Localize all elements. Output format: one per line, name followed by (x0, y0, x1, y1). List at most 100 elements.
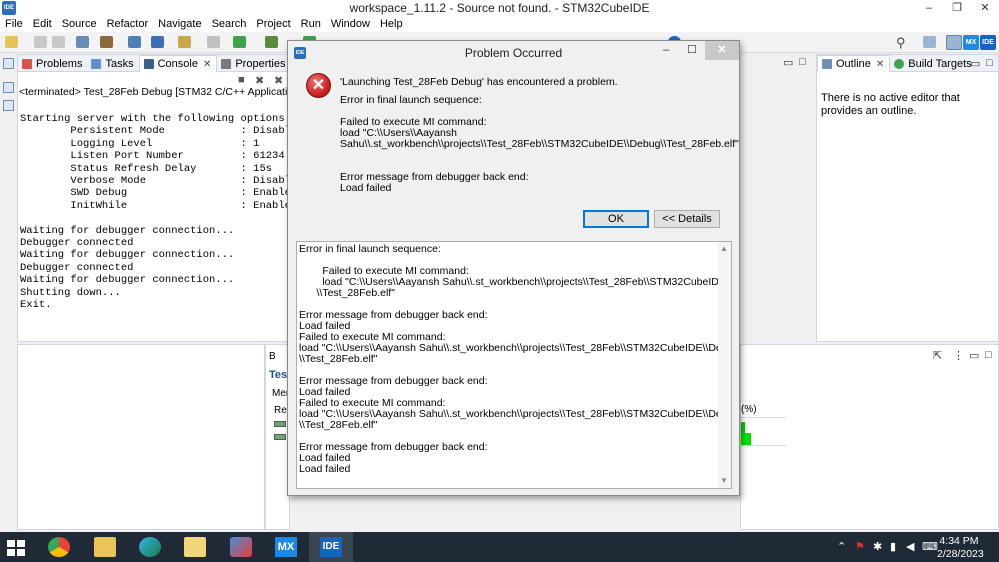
action-center-icon[interactable]: ⚑ (855, 540, 865, 553)
dialog-maximize-button[interactable]: ☐ (679, 41, 705, 60)
terminate-icon[interactable]: ■ (238, 74, 245, 86)
tab-tasks[interactable]: Tasks (87, 55, 138, 72)
tab-problems-label: Problems (36, 57, 83, 70)
save-icon[interactable] (34, 36, 47, 48)
taskbar-cube-tool[interactable] (219, 532, 263, 562)
tab-problems[interactable]: Problems (18, 55, 87, 72)
cube-tool-icon (230, 537, 252, 557)
windows-start-icon[interactable] (7, 540, 25, 556)
open-type-icon[interactable] (178, 36, 191, 48)
properties-icon (221, 58, 232, 69)
menu-search[interactable]: Search (207, 17, 252, 32)
tasks-icon (91, 58, 102, 69)
outline-icon (822, 59, 832, 69)
maximize-view-icon[interactable]: □ (799, 56, 806, 68)
ok-button[interactable]: OK (583, 210, 649, 228)
tab-b[interactable]: B (269, 351, 276, 362)
tab-build-targets-label: Build Targets (908, 57, 972, 70)
menu-navigate[interactable]: Navigate (153, 17, 206, 32)
volume-icon[interactable]: ◀ (906, 540, 914, 553)
minimize-view-icon[interactable]: ▭ (969, 349, 979, 362)
taskbar-chrome[interactable] (37, 532, 81, 562)
scroll-down-icon[interactable]: ▼ (720, 476, 728, 485)
menu-project[interactable]: Project (251, 17, 295, 32)
console-view: Problems Tasks Console ✕ Properties ■ ✖ … (17, 54, 304, 342)
debug-icon[interactable] (265, 36, 278, 48)
clock-time[interactable]: 4:34 PM (937, 535, 981, 547)
taskbar-stm32cubemx[interactable]: MX (264, 532, 308, 562)
taskbar-file-explorer[interactable] (83, 532, 127, 562)
dialog-window-controls: – ☐ ✕ (653, 41, 739, 60)
clock-date[interactable]: 2/28/2023 (937, 548, 984, 560)
taskbar-stm32cubeide[interactable]: IDE (309, 532, 353, 562)
tab-console[interactable]: Console ✕ (138, 55, 218, 72)
restore-view-icon[interactable] (3, 82, 14, 93)
open-perspective-icon[interactable] (923, 36, 936, 48)
minimize-button[interactable]: – (915, 0, 943, 17)
build-config-icon[interactable] (76, 36, 89, 48)
dialog-close-button[interactable]: ✕ (705, 41, 739, 60)
details-scrollbar[interactable]: ▲ ▼ (718, 242, 731, 488)
build-icon[interactable] (100, 36, 113, 48)
console-actions: ■ ✖ ✖ (18, 73, 291, 87)
problems-icon (22, 58, 32, 69)
folder-icon (184, 537, 206, 557)
new-project-icon[interactable] (151, 36, 164, 48)
menu-window[interactable]: Window (326, 17, 375, 32)
language-icon[interactable]: ⌨ (922, 540, 938, 553)
run-icon[interactable] (233, 36, 246, 48)
console-process-label: <terminated> Test_28Feb Debug [STM32 C/C… (19, 86, 291, 98)
taskbar: MX IDE ⌃ ⚑ ✱ ▮ ◀ ⌨ 4:34 PM 2/28/2023 (0, 532, 999, 562)
search-icon[interactable]: ⚲ (896, 35, 906, 51)
maximize-view-icon[interactable]: □ (986, 57, 993, 69)
window-title: workspace_1.11.2 - Source not found. - S… (349, 1, 650, 15)
ide-perspective-icon[interactable]: IDE (980, 35, 996, 50)
minimize-view-icon[interactable]: ▭ (783, 56, 793, 69)
menu-bar: File Edit Source Refactor Navigate Searc… (0, 17, 999, 32)
show-hidden-icons[interactable]: ⌃ (837, 540, 846, 553)
tab-properties[interactable]: Properties (217, 55, 290, 72)
mx-perspective-icon[interactable]: MX (963, 35, 979, 50)
debug-config-icon[interactable] (128, 36, 141, 48)
battery-icon[interactable]: ▮ (890, 540, 896, 553)
window-controls: – ❐ ✕ (915, 0, 999, 17)
project-explorer-icon[interactable] (3, 58, 14, 69)
view-menu-icon[interactable]: ⋮ (953, 349, 964, 362)
pin-icon[interactable]: ⇱ (933, 349, 942, 362)
new-icon[interactable] (5, 36, 18, 48)
menu-run[interactable]: Run (296, 17, 326, 32)
details-text-area[interactable]: Error in final launch sequence: Failed t… (296, 241, 732, 489)
menu-help[interactable]: Help (375, 17, 408, 32)
tab-outline[interactable]: Outline ✕ (817, 55, 891, 72)
close-icon[interactable]: ✕ (203, 59, 211, 70)
edge-icon (139, 537, 161, 557)
tab-outline-label: Outline (836, 58, 871, 70)
details-button[interactable]: << Details (654, 210, 720, 228)
close-icon[interactable]: ✕ (876, 59, 884, 70)
menu-refactor[interactable]: Refactor (102, 17, 154, 32)
dialog-mi-line-3: Sahu\\.st_workbench\\projects\\Test_28Fe… (340, 138, 739, 150)
bluetooth-icon[interactable]: ✱ (873, 540, 882, 553)
taskbar-edge[interactable] (128, 532, 172, 562)
dialog-minimize-button[interactable]: – (653, 41, 679, 60)
view-stack-icon[interactable] (3, 100, 14, 111)
tab-build-targets[interactable]: Build Targets (890, 55, 976, 72)
scroll-up-icon[interactable]: ▲ (720, 244, 728, 253)
stm32cubemx-icon: MX (275, 537, 297, 557)
new-class-icon[interactable] (207, 36, 220, 48)
menu-file[interactable]: File (0, 17, 28, 32)
maximize-view-icon[interactable]: □ (985, 349, 992, 361)
taskbar-folder[interactable] (173, 532, 217, 562)
file-explorer-icon (94, 537, 116, 557)
menu-source[interactable]: Source (57, 17, 102, 32)
close-button[interactable]: ✕ (971, 0, 999, 17)
restore-button[interactable]: ❐ (943, 0, 971, 17)
save-all-icon[interactable] (52, 36, 65, 48)
debug-perspective-icon[interactable] (946, 35, 962, 50)
minimize-view-icon[interactable]: ▭ (970, 57, 980, 70)
menu-edit[interactable]: Edit (28, 17, 57, 32)
tab-console-label: Console (157, 58, 198, 70)
lower-left-view (17, 344, 265, 530)
usage-bar (741, 433, 751, 445)
row-divider (741, 445, 786, 446)
